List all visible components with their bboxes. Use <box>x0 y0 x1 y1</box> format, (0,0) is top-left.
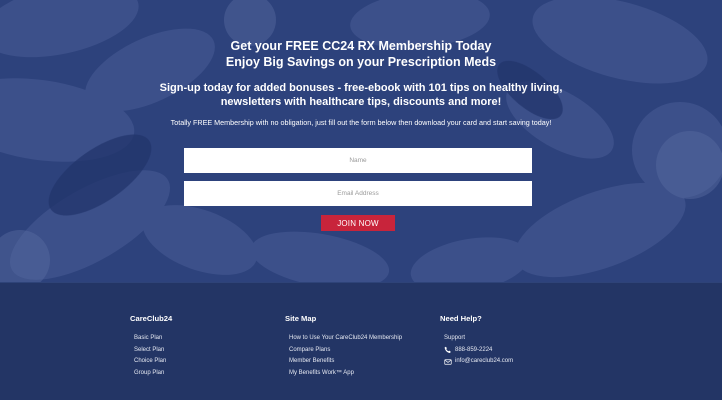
name-field[interactable] <box>184 148 532 173</box>
footer-column-need-help: Need Help? Support 888-859-2224 info@car… <box>440 314 513 368</box>
plan-links: Basic Plan Select Plan Choice Plan Group… <box>130 333 172 379</box>
footer-heading-site-map: Site Map <box>285 314 317 323</box>
footer-column-site-map: Site Map How to Use Your CareClub24 Memb… <box>285 314 402 379</box>
footer-link-how-to-use[interactable]: How to Use Your CareClub24 Membership <box>285 333 402 345</box>
hero-section: Get your FREE CC24 RX Membership Today E… <box>0 0 722 282</box>
footer-link-benefits-app[interactable]: My Benefits Work™ App <box>285 368 402 380</box>
footer-link-choice-plan-text[interactable]: Choice Plan <box>134 356 166 368</box>
footer-phone[interactable]: 888-859-2224 <box>440 345 513 357</box>
subhead-line-2: newsletters with healthcare tips, discou… <box>220 96 502 108</box>
hero-tagline: Totally FREE Membership with no obligati… <box>170 118 552 127</box>
envelope-icon <box>444 359 452 365</box>
subhead-line-1: Sign-up today for added bonuses - free-e… <box>159 82 563 94</box>
footer-link-benefits-app-text[interactable]: My Benefits Work™ App <box>289 368 354 380</box>
hero-headline: Get your FREE CC24 RX Membership Today E… <box>0 38 722 70</box>
join-now-button[interactable]: JOIN NOW <box>321 215 395 231</box>
headline-line-1: Get your FREE CC24 RX Membership Today <box>230 39 492 53</box>
footer-column-careclub24: CareClub24 Basic Plan Select Plan Choice… <box>130 314 172 379</box>
footer-phone-text[interactable]: 888-859-2224 <box>455 345 492 357</box>
footer-link-how-to-use-text[interactable]: How to Use Your CareClub24 Membership <box>289 333 402 345</box>
footer-heading-careclub24: CareClub24 <box>130 314 173 323</box>
site-footer: CareClub24 Basic Plan Select Plan Choice… <box>0 282 722 400</box>
footer-link-select-plan[interactable]: Select Plan <box>130 345 172 357</box>
footer-link-compare-plans[interactable]: Compare Plans <box>285 345 402 357</box>
footer-link-group-plan[interactable]: Group Plan <box>130 368 172 380</box>
footer-link-compare-plans-text[interactable]: Compare Plans <box>289 345 330 357</box>
footer-heading-need-help: Need Help? <box>440 314 482 323</box>
headline-line-2: Enjoy Big Savings on your Prescription M… <box>225 55 497 69</box>
footer-link-support[interactable]: Support <box>440 333 513 345</box>
footer-link-support-text[interactable]: Support <box>444 333 465 345</box>
footer-email[interactable]: info@careclub24.com <box>440 356 513 368</box>
email-field[interactable] <box>184 181 532 206</box>
footer-link-basic-plan-text[interactable]: Basic Plan <box>134 333 162 345</box>
site-map-links: How to Use Your CareClub24 Membership Co… <box>285 333 402 379</box>
hero-subhead: Sign-up today for added bonuses - free-e… <box>0 81 722 109</box>
hero-content: Get your FREE CC24 RX Membership Today E… <box>0 0 722 282</box>
phone-icon <box>444 347 451 354</box>
footer-link-member-benefits-text[interactable]: Member Benefits <box>289 356 334 368</box>
footer-email-text[interactable]: info@careclub24.com <box>455 356 513 368</box>
footer-link-group-plan-text[interactable]: Group Plan <box>134 368 164 380</box>
footer-link-basic-plan[interactable]: Basic Plan <box>130 333 172 345</box>
footer-link-choice-plan[interactable]: Choice Plan <box>130 356 172 368</box>
help-links: Support 888-859-2224 info@careclub24.com <box>440 333 513 368</box>
footer-link-member-benefits[interactable]: Member Benefits <box>285 356 402 368</box>
footer-link-select-plan-text[interactable]: Select Plan <box>134 345 164 357</box>
